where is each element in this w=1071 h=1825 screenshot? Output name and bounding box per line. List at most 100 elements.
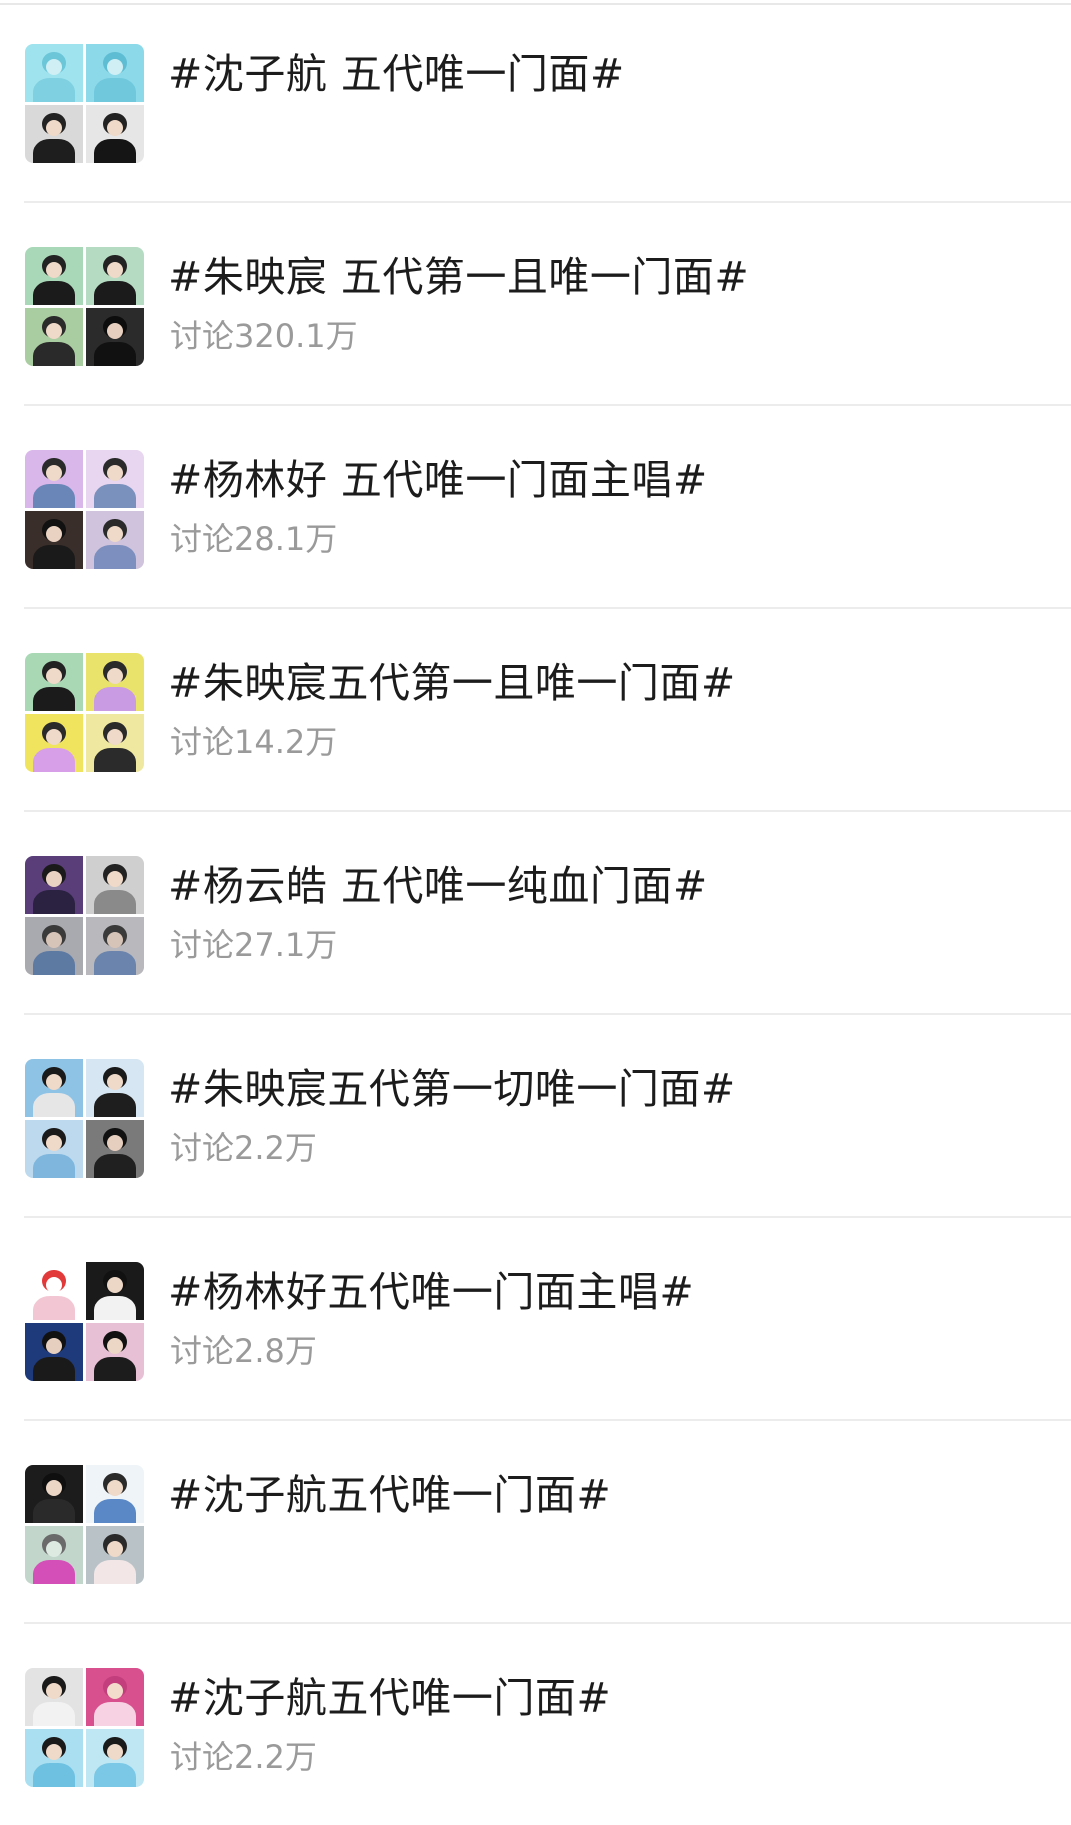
thumbnail-photo: [86, 1729, 144, 1787]
person-body-shape: [33, 341, 75, 366]
person-face-shape: [106, 1135, 124, 1152]
topic-title[interactable]: #沈子航五代唯一门面#: [168, 1475, 611, 1516]
thumbnail-photo: [86, 1668, 144, 1726]
discussion-count: 讨论27.1万: [170, 926, 338, 964]
person-body-shape: [94, 1356, 136, 1381]
thumbnail-photo: [25, 511, 83, 569]
person-body-shape: [94, 483, 136, 508]
person-body-shape: [33, 1356, 75, 1381]
thumbnail-photo: [25, 917, 83, 975]
topic-row[interactable]: #杨林好 五代唯一门面主唱# 讨论28.1万: [0, 406, 1071, 609]
person-body-shape: [94, 1559, 136, 1584]
thumbnail-photo: [86, 653, 144, 711]
topic-row[interactable]: #杨林好五代唯一门面主唱# 讨论2.8万: [0, 1218, 1071, 1421]
person-face-shape: [45, 1744, 63, 1761]
thumbnail-photo: [86, 1120, 144, 1178]
person-body-shape: [33, 280, 75, 305]
person-face-shape: [106, 323, 124, 340]
person-face-shape: [45, 1074, 63, 1091]
thumbnail-photo: [86, 247, 144, 305]
topic-title[interactable]: #朱映宸 五代第一且唯一门面#: [168, 257, 749, 298]
topic-thumbnail: [25, 247, 144, 366]
topic-thumbnail: [25, 1465, 144, 1584]
person-body-shape: [33, 1559, 75, 1584]
person-body-shape: [33, 77, 75, 102]
person-face-shape: [45, 871, 63, 888]
person-face-shape: [106, 871, 124, 888]
person-face-shape: [106, 465, 124, 482]
discussion-count: 讨论2.2万: [170, 1738, 317, 1776]
person-face-shape: [45, 1480, 63, 1497]
person-face-shape: [106, 1744, 124, 1761]
person-face-shape: [45, 1541, 63, 1558]
person-face-shape: [45, 729, 63, 746]
person-body-shape: [94, 280, 136, 305]
topic-thumbnail: [25, 856, 144, 975]
person-face-shape: [45, 1683, 63, 1700]
topic-row[interactable]: #朱映宸五代第一切唯一门面# 讨论2.2万: [0, 1015, 1071, 1218]
person-face-shape: [106, 262, 124, 279]
person-face-shape: [106, 1074, 124, 1091]
topic-title[interactable]: #朱映宸五代第一且唯一门面#: [168, 663, 736, 704]
topic-list: #沈子航 五代唯一门面# #朱映宸 五代第一且唯一门面# 讨论320.1万 #杨林好 …: [0, 0, 1071, 1825]
discussion-count: 讨论28.1万: [170, 520, 338, 558]
person-face-shape: [45, 1338, 63, 1355]
person-face-shape: [45, 526, 63, 543]
topic-title[interactable]: #沈子航五代唯一门面#: [168, 1678, 611, 1719]
thumbnail-photo: [25, 653, 83, 711]
person-body-shape: [94, 138, 136, 163]
topic-row[interactable]: #朱映宸 五代第一且唯一门面# 讨论320.1万: [0, 203, 1071, 406]
person-face-shape: [106, 526, 124, 543]
person-body-shape: [94, 544, 136, 569]
topic-thumbnail: [25, 1059, 144, 1178]
person-body-shape: [94, 1295, 136, 1320]
person-face-shape: [45, 120, 63, 137]
person-face-shape: [106, 668, 124, 685]
topic-thumbnail: [25, 653, 144, 772]
person-face-shape: [106, 1541, 124, 1558]
person-face-shape: [45, 932, 63, 949]
thumbnail-photo: [86, 856, 144, 914]
thumbnail-photo: [86, 105, 144, 163]
topic-title[interactable]: #杨林好五代唯一门面主唱#: [168, 1272, 694, 1313]
thumbnail-photo: [86, 450, 144, 508]
thumbnail-photo: [25, 1729, 83, 1787]
topic-title[interactable]: #沈子航 五代唯一门面#: [168, 54, 625, 95]
thumbnail-photo: [25, 1526, 83, 1584]
thumbnail-photo: [25, 1262, 83, 1320]
topic-row[interactable]: #沈子航五代唯一门面# 讨论2.2万: [0, 1624, 1071, 1825]
thumbnail-photo: [86, 714, 144, 772]
person-body-shape: [33, 889, 75, 914]
topic-title[interactable]: #杨林好 五代唯一门面主唱#: [168, 460, 708, 501]
person-face-shape: [45, 59, 63, 76]
person-body-shape: [94, 1498, 136, 1523]
person-face-shape: [106, 1683, 124, 1700]
person-body-shape: [33, 138, 75, 163]
topic-row[interactable]: #沈子航 五代唯一门面#: [0, 0, 1071, 203]
thumbnail-photo: [25, 856, 83, 914]
topic-row[interactable]: #杨云皓 五代唯一纯血门面# 讨论27.1万: [0, 812, 1071, 1015]
person-face-shape: [45, 1135, 63, 1152]
topic-row[interactable]: #沈子航五代唯一门面#: [0, 1421, 1071, 1624]
thumbnail-photo: [25, 105, 83, 163]
topic-thumbnail: [25, 44, 144, 163]
discussion-count: 讨论2.2万: [170, 1129, 317, 1167]
person-face-shape: [106, 1338, 124, 1355]
person-body-shape: [33, 1498, 75, 1523]
person-body-shape: [94, 747, 136, 772]
person-body-shape: [33, 544, 75, 569]
topic-row[interactable]: #朱映宸五代第一且唯一门面# 讨论14.2万: [0, 609, 1071, 812]
person-face-shape: [106, 120, 124, 137]
thumbnail-photo: [86, 1262, 144, 1320]
topic-title[interactable]: #杨云皓 五代唯一纯血门面#: [168, 866, 708, 907]
thumbnail-photo: [86, 511, 144, 569]
person-body-shape: [94, 950, 136, 975]
thumbnail-photo: [25, 1668, 83, 1726]
person-face-shape: [45, 465, 63, 482]
topic-title[interactable]: #朱映宸五代第一切唯一门面#: [168, 1069, 736, 1110]
thumbnail-photo: [25, 308, 83, 366]
person-body-shape: [94, 889, 136, 914]
topic-thumbnail: [25, 1668, 144, 1787]
thumbnail-photo: [25, 247, 83, 305]
person-face-shape: [106, 729, 124, 746]
